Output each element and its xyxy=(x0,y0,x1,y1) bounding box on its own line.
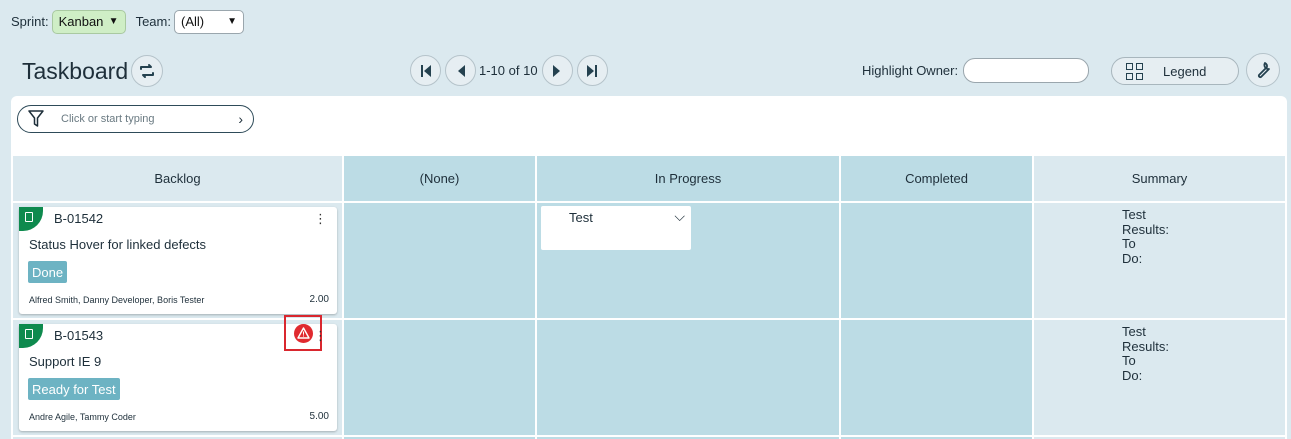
page-title: Taskboard xyxy=(22,58,129,84)
search-filter[interactable]: Click or start typing › xyxy=(17,105,254,133)
last-page-button[interactable] xyxy=(576,55,608,86)
previous-page-icon xyxy=(457,64,465,77)
more-options-icon[interactable]: ⋮ xyxy=(314,328,327,344)
next-page-button[interactable] xyxy=(541,55,573,86)
header-divider xyxy=(13,201,1285,203)
team-select-value: (All) xyxy=(180,14,205,29)
summary-test-results: Test Results: xyxy=(1122,207,1169,237)
pager: 1-10 of 10 xyxy=(410,55,612,86)
sprint-team-filter-bar: Sprint: Kanban ▼ Team: (All) ▼ xyxy=(11,9,244,34)
filter-icon xyxy=(28,110,44,127)
story-estimate: 2.00 xyxy=(309,294,329,305)
story-type-flag xyxy=(19,207,43,231)
row-divider xyxy=(13,435,1285,437)
last-page-icon xyxy=(587,64,598,77)
story-owners: Alfred Smith, Danny Developer, Boris Tes… xyxy=(29,295,205,305)
story-estimate: 5.00 xyxy=(309,411,329,422)
column-header-backlog[interactable]: Backlog xyxy=(13,156,342,201)
legend-label: Legend xyxy=(1163,63,1207,79)
chevron-down-icon: ▼ xyxy=(227,16,237,27)
story-owners: Andre Agile, Tammy Coder xyxy=(29,412,136,422)
story-card[interactable]: B-01543 ⋮ Support IE 9 Ready for Test An… xyxy=(19,315,337,431)
task-title: Test xyxy=(569,210,593,225)
highlight-owner-input[interactable] xyxy=(963,58,1090,83)
more-options-icon[interactable]: ⋮ xyxy=(314,211,327,227)
settings-button[interactable] xyxy=(1246,53,1280,87)
column-header-none[interactable]: (None) xyxy=(344,156,535,201)
chevron-right-icon[interactable]: › xyxy=(238,111,243,127)
warning-icon[interactable] xyxy=(293,323,313,343)
previous-page-button[interactable] xyxy=(445,55,476,86)
status-badge[interactable]: Ready for Test xyxy=(28,378,120,400)
search-input[interactable]: Click or start typing xyxy=(61,113,238,125)
refresh-button[interactable] xyxy=(131,55,163,87)
document-icon xyxy=(25,212,33,222)
story-card[interactable]: B-01542 ⋮ Status Hover for linked defect… xyxy=(19,207,337,314)
chevron-down-icon[interactable]: ⌵ xyxy=(674,208,685,225)
first-page-button[interactable] xyxy=(410,55,441,86)
sprint-select-value: Kanban xyxy=(58,14,104,29)
team-label: Team: xyxy=(135,14,171,29)
highlight-owner-label: Highlight Owner: xyxy=(862,63,959,78)
story-title: Status Hover for linked defects xyxy=(29,237,207,252)
first-page-icon xyxy=(420,64,431,77)
legend-button[interactable]: Legend xyxy=(1111,57,1239,85)
pager-text: 1-10 of 10 xyxy=(479,63,538,78)
next-page-icon xyxy=(553,64,561,77)
taskboard-panel: Click or start typing › Backlog (None) I… xyxy=(11,96,1287,439)
status-badge[interactable]: Done xyxy=(28,261,68,283)
column-header-in-progress[interactable]: In Progress xyxy=(537,156,839,201)
column-header-summary[interactable]: Summary xyxy=(1034,156,1285,201)
task-card[interactable]: Test ⌵ xyxy=(541,206,691,250)
refresh-icon xyxy=(140,64,154,78)
team-select[interactable]: (All) ▼ xyxy=(173,9,244,34)
story-id[interactable]: B-01542 xyxy=(54,211,103,226)
summary-test-results: Test Results: xyxy=(1122,324,1169,354)
story-id[interactable]: B-01543 xyxy=(54,328,103,343)
sprint-label: Sprint: xyxy=(11,14,49,29)
wrench-icon xyxy=(1257,62,1270,79)
column-header-completed[interactable]: Completed xyxy=(841,156,1032,201)
chevron-down-icon: ▼ xyxy=(108,16,119,27)
summary-to-do: To Do: xyxy=(1122,353,1143,383)
highlight-owner: Highlight Owner: xyxy=(862,58,1090,83)
grid-icon xyxy=(1126,62,1143,80)
document-icon xyxy=(25,329,33,339)
row-divider xyxy=(13,318,1285,320)
story-type-flag xyxy=(19,324,43,348)
summary-to-do: To Do: xyxy=(1122,236,1143,266)
story-title: Support IE 9 xyxy=(29,354,102,369)
sprint-select[interactable]: Kanban ▼ xyxy=(51,9,126,34)
